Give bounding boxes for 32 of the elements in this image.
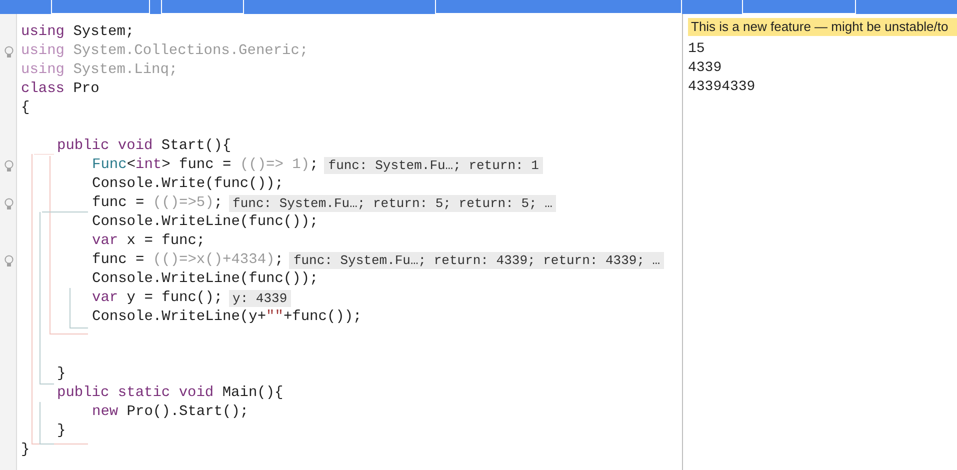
language-select[interactable] xyxy=(51,0,150,14)
lightbulb-icon xyxy=(4,254,14,266)
code-line: } xyxy=(57,365,66,384)
code-line: public static void Main(){ xyxy=(57,384,284,403)
code-line: var y = func(); y: 4339 xyxy=(92,289,292,308)
mode-select[interactable] xyxy=(435,0,682,14)
code-line: Console.WriteLine(func()); xyxy=(92,270,318,289)
code-line: } xyxy=(57,422,66,441)
run-select[interactable] xyxy=(742,0,856,14)
create-gist-button[interactable] xyxy=(161,0,244,14)
lightbulb-icon xyxy=(4,160,14,172)
code-line: Console.Write(func()); xyxy=(92,175,284,194)
code-line: class Pro xyxy=(21,80,100,99)
lightbulb-icon xyxy=(4,198,14,210)
code-line: Console.WriteLine(func()); xyxy=(92,213,318,232)
warning-banner: This is a new feature — might be unstable/to xyxy=(688,18,957,36)
lightbulb-icon xyxy=(4,46,14,58)
code-line: Console.WriteLine(y+""+func()); xyxy=(92,308,362,327)
code-line: var x = func; xyxy=(92,232,206,251)
output-line: 43394339 xyxy=(688,78,756,97)
code-line: { xyxy=(21,99,30,118)
code-line: using System; xyxy=(21,23,134,42)
code-line: func = (()=>5); func: System.Fu…; return: 5; return: 5; … xyxy=(92,194,556,213)
output-line: 15 xyxy=(688,40,706,59)
code-line: } xyxy=(21,441,30,460)
code-line: new Pro().Start(); xyxy=(92,403,249,422)
code-line: func = (()=>x()+4334); func: System.Fu…; return: 4339; return: 4339; … xyxy=(92,251,664,270)
code-line: Func<int> func = (()=> 1); func: System.Fu…; return: 1 xyxy=(92,156,543,175)
code-line: public void Start(){ xyxy=(57,137,232,156)
code-line: using System.Linq; xyxy=(21,61,178,80)
code-line: using System.Collections.Generic; xyxy=(21,42,308,61)
output-line: 4339 xyxy=(688,59,723,78)
